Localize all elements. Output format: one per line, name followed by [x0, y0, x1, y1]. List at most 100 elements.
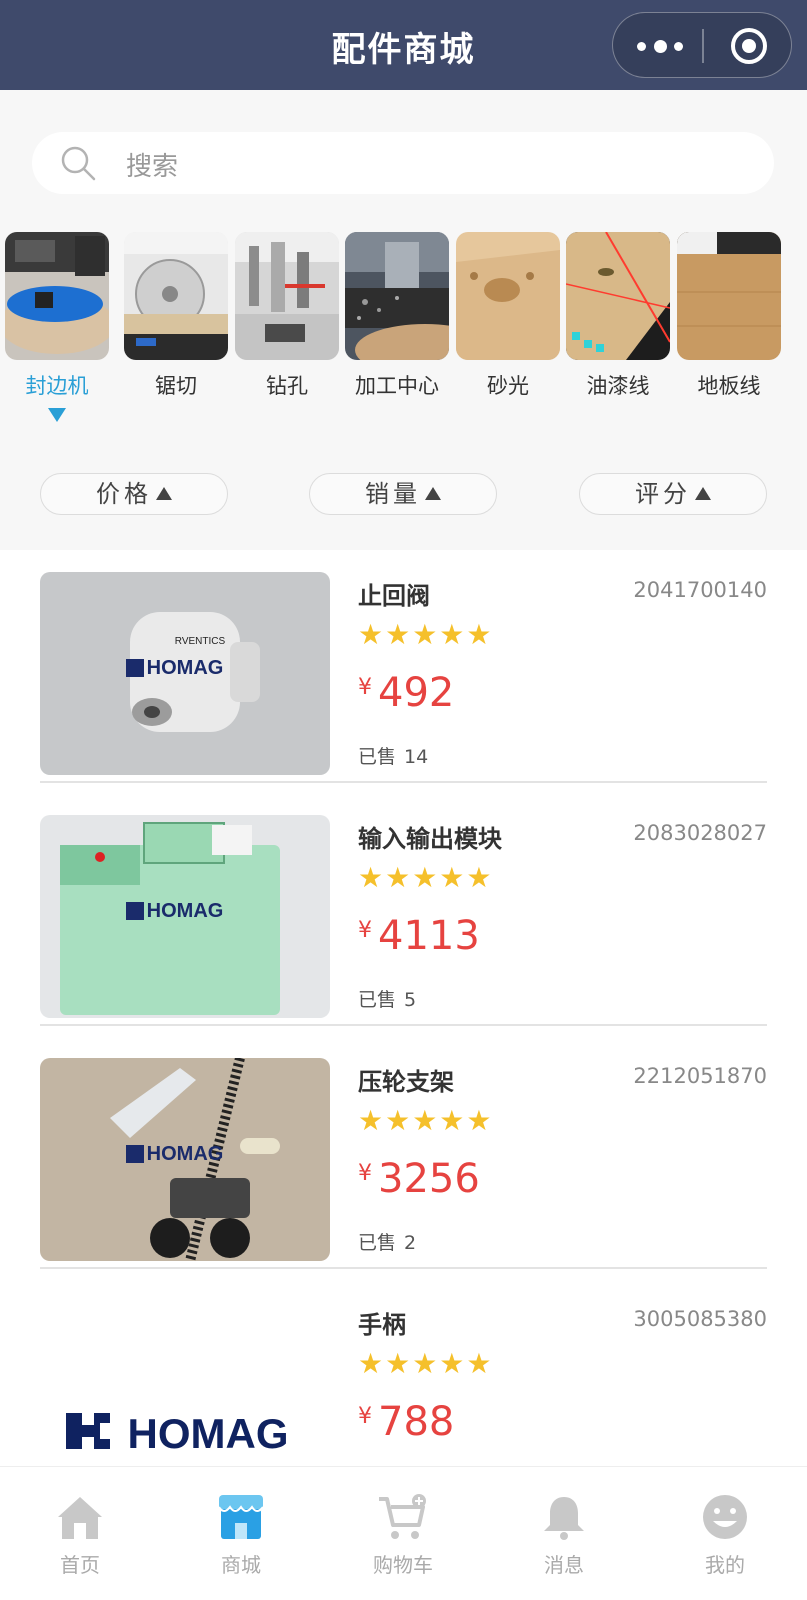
tab-messages[interactable]: 消息: [504, 1493, 624, 1578]
category-image: [677, 232, 781, 360]
divider: [40, 781, 767, 783]
tab-label: 我的: [705, 1553, 745, 1577]
tab-cart[interactable]: 购物车: [343, 1493, 463, 1578]
tab-label: 消息: [544, 1553, 584, 1577]
product-name: 止回阀: [358, 582, 430, 610]
category-image: [235, 232, 339, 360]
category-label: 地板线: [697, 374, 761, 398]
category-label: 钻孔: [266, 374, 308, 398]
homag-logo: HOMAG: [147, 900, 224, 922]
rating-stars: ★★★★★: [358, 1347, 494, 1380]
home-icon: [58, 1497, 102, 1539]
sort-ascending-icon: [425, 487, 441, 500]
sold-count: 已售 14: [358, 742, 428, 769]
homag-logo: HOMAG: [147, 1143, 224, 1165]
tab-label: 购物车: [373, 1553, 433, 1577]
smiley-icon: [703, 1495, 747, 1539]
product-code: 3005085380: [633, 1307, 767, 1331]
category-item-floor-line[interactable]: 地板线: [677, 232, 781, 400]
currency-symbol: ¥: [358, 918, 372, 943]
sort-label: 销量: [365, 480, 421, 508]
category-image: [456, 232, 560, 360]
price-amount: 492: [378, 670, 455, 716]
sort-ascending-icon: [156, 487, 172, 500]
price-amount: 3256: [378, 1156, 480, 1202]
product-image: HOMAG: [40, 815, 330, 1018]
category-item-paint-line[interactable]: 油漆线: [566, 232, 670, 400]
product-item[interactable]: RVENTICS HOMAG 止回阀 2041700140 ★★★★★ ¥492…: [40, 550, 767, 798]
store-icon: [218, 1495, 264, 1539]
product-price: ¥788: [358, 1399, 454, 1445]
category-image: [566, 232, 670, 360]
sold-count: 已售 5: [358, 985, 416, 1012]
search-icon: [61, 146, 96, 181]
bell-icon: [544, 1497, 584, 1540]
sort-ascending-icon: [695, 487, 711, 500]
homag-logo: HOMAG: [147, 657, 224, 679]
category-label: 封边机: [25, 374, 89, 398]
rating-stars: ★★★★★: [358, 618, 494, 651]
capsule-divider: [702, 29, 704, 63]
tab-label: 商城: [221, 1553, 261, 1577]
category-item-edge-banding[interactable]: 封边机: [5, 232, 109, 422]
category-image: [124, 232, 228, 360]
sold-label: 已售: [358, 746, 397, 768]
product-image: RVENTICS HOMAG: [40, 572, 330, 775]
category-strip: 封边机 锯切 钻孔 加工中心 砂光 油漆线 地板线: [0, 232, 807, 432]
product-code: 2041700140: [633, 578, 767, 602]
bottom-tab-bar: 首页 商城 购物车 消息 我的: [0, 1466, 807, 1600]
sort-label: 价格: [96, 480, 152, 508]
product-price: ¥492: [358, 670, 454, 716]
currency-symbol: ¥: [358, 675, 372, 700]
category-label: 砂光: [487, 374, 529, 398]
currency-symbol: ¥: [358, 1161, 372, 1186]
category-item-drilling[interactable]: 钻孔: [235, 232, 339, 400]
tab-label: 首页: [60, 1553, 100, 1577]
cart-icon: [379, 1494, 426, 1539]
tab-profile[interactable]: 我的: [665, 1493, 785, 1578]
product-name: 压轮支架: [358, 1068, 454, 1096]
category-image: [5, 232, 109, 360]
sold-value: 5: [404, 989, 417, 1011]
tab-home[interactable]: 首页: [20, 1493, 140, 1578]
rating-stars: ★★★★★: [358, 861, 494, 894]
category-label: 油漆线: [586, 374, 650, 398]
sort-price-button[interactable]: 价格: [40, 473, 228, 515]
product-code: 2083028027: [633, 821, 767, 845]
category-item-machining-center[interactable]: 加工中心: [345, 232, 449, 400]
currency-symbol: ¥: [358, 1404, 372, 1429]
sort-label: 评分: [635, 480, 691, 508]
product-price: ¥3256: [358, 1156, 480, 1202]
sold-value: 14: [404, 746, 429, 768]
category-item-sawing[interactable]: 锯切: [124, 232, 228, 400]
search-input[interactable]: 搜索: [32, 132, 774, 194]
sold-label: 已售: [358, 1232, 397, 1254]
tab-store[interactable]: 商城: [181, 1493, 301, 1578]
product-name: 手柄: [358, 1311, 406, 1339]
sort-rating-button[interactable]: 评分: [579, 473, 767, 515]
price-amount: 4113: [378, 913, 480, 959]
nav-header: 配件商城: [0, 0, 807, 90]
filter-panel: 搜索 封边机 锯切 钻孔 加工中心 砂光 油漆线 地板线 价格 销量 评分: [0, 90, 807, 550]
sold-label: 已售: [358, 989, 397, 1011]
category-item-sanding[interactable]: 砂光: [456, 232, 560, 400]
divider: [40, 1267, 767, 1269]
price-amount: 788: [378, 1399, 455, 1445]
product-item[interactable]: HOMAG 压轮支架 2212051870 ★★★★★ ¥3256 已售 2: [40, 1036, 767, 1284]
divider: [40, 1024, 767, 1026]
miniapp-capsule: [612, 12, 792, 78]
product-name: 输入输出模块: [358, 825, 502, 853]
category-label: 锯切: [155, 374, 197, 398]
sold-count: 已售 2: [358, 1228, 416, 1255]
sort-bar: 价格 销量 评分: [0, 473, 807, 515]
active-indicator-icon: [48, 408, 66, 422]
product-code: 2212051870: [633, 1064, 767, 1088]
close-target-icon[interactable]: [731, 28, 767, 64]
product-item[interactable]: HOMAG 输入输出模块 2083028027 ★★★★★ ¥4113 已售 5: [40, 793, 767, 1041]
product-image: HOMAG: [40, 1058, 330, 1261]
brand-text: RVENTICS: [175, 636, 226, 647]
sort-sales-button[interactable]: 销量: [309, 473, 497, 515]
more-icon[interactable]: [637, 37, 683, 55]
rating-stars: ★★★★★: [358, 1104, 494, 1137]
product-price: ¥4113: [358, 913, 480, 959]
